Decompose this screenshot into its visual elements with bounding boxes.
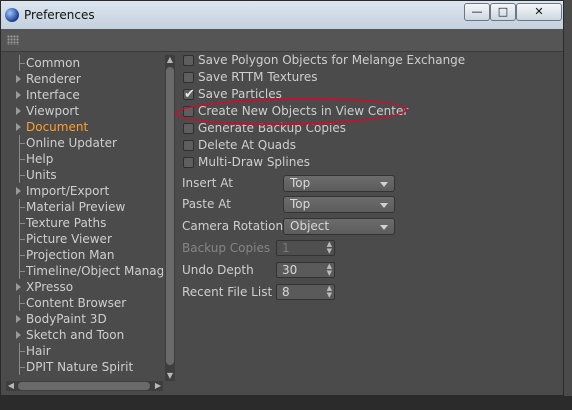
expand-arrow-icon[interactable] <box>16 283 21 291</box>
undo-depth-stepper[interactable]: 30 ▲ ▼ <box>276 262 335 278</box>
backdrop-right <box>564 0 572 410</box>
nav-item-label: Online Updater <box>26 136 117 150</box>
recent-file-list-stepper[interactable]: 8 ▲ ▼ <box>276 284 335 300</box>
window-title: Preferences <box>24 8 95 22</box>
expand-arrow-icon[interactable] <box>16 107 21 115</box>
tree-line-icon <box>16 55 25 71</box>
nav-item-label: Content Browser <box>26 296 127 310</box>
expand-arrow-icon[interactable] <box>16 187 21 195</box>
nav-item-label: Viewport <box>26 104 80 118</box>
nav-item-label: XPresso <box>26 280 74 294</box>
tree-line-icon <box>16 295 25 311</box>
title-bar[interactable]: Preferences — □ ✕ <box>1 1 563 30</box>
maximize-button[interactable]: □ <box>490 3 516 21</box>
nav-item-label: Sketch and Toon <box>26 328 125 342</box>
insert-at-dropdown[interactable]: Top <box>283 175 395 192</box>
nav-item-label: Projection Man <box>26 248 115 262</box>
expand-arrow-icon[interactable] <box>16 91 21 99</box>
scrollbar-thumb[interactable] <box>166 67 174 365</box>
stepper-arrows-icon[interactable]: ▲ ▼ <box>327 285 332 299</box>
backup-copies-label: Backup Copies <box>182 241 271 255</box>
insert-at-label: Insert At <box>182 176 233 190</box>
tree-line-icon <box>16 151 25 167</box>
checkbox[interactable] <box>183 55 194 66</box>
checkbox-checked[interactable]: ✔ <box>183 87 195 102</box>
scroll-left-icon[interactable]: ◀ <box>6 381 16 391</box>
stepper-arrows-icon[interactable]: ▲ ▼ <box>327 263 332 277</box>
scroll-down-icon[interactable]: ▼ <box>165 371 175 381</box>
nav-item-label: Timeline/Object Manager <box>26 264 163 278</box>
checkbox[interactable] <box>183 123 194 134</box>
grip-icon[interactable] <box>7 35 19 45</box>
nav-item-label: Common <box>26 56 81 70</box>
tree-line-icon <box>16 135 25 151</box>
chevron-down-icon <box>380 182 388 187</box>
expand-arrow-icon[interactable] <box>16 75 21 83</box>
backup-copies-stepper[interactable]: 1 ▲ ▼ <box>276 240 335 256</box>
nav-item-label: Units <box>26 168 57 182</box>
nav-horizontal-scrollbar[interactable]: ◀ ▶ <box>6 381 163 391</box>
nav-item-label: Material Preview <box>26 200 126 214</box>
nav-item-label: DPIT Nature Spirit <box>26 360 134 374</box>
expand-arrow-icon[interactable] <box>16 123 21 131</box>
nav-item-label: Interface <box>26 88 80 102</box>
nav-item-label: Document <box>26 120 89 134</box>
toolbar <box>1 29 563 52</box>
undo-depth-label: Undo Depth <box>182 263 254 277</box>
nav-vertical-scrollbar[interactable]: ▲ ▼ <box>165 55 175 381</box>
paste-at-label: Paste At <box>182 197 231 211</box>
tree-line-icon <box>16 343 25 359</box>
nav-item-label: Texture Paths <box>26 216 107 230</box>
check-icon: ✔ <box>184 87 195 102</box>
tree-line-icon <box>16 359 25 375</box>
backdrop-bottom <box>0 396 572 410</box>
expand-arrow-icon[interactable] <box>16 315 21 323</box>
tree-line-icon <box>16 263 25 279</box>
nav-item-label: Renderer <box>26 72 81 86</box>
nav-item-label: BodyPaint 3D <box>26 312 107 326</box>
checkbox[interactable] <box>183 157 194 168</box>
expand-arrow-icon[interactable] <box>16 331 21 339</box>
preferences-window: Preferences — □ ✕ Common Renderer Interfac… <box>0 0 564 396</box>
scroll-right-icon[interactable]: ▶ <box>153 381 163 391</box>
stepper-arrows-icon[interactable]: ▲ ▼ <box>327 241 332 255</box>
tree-line-icon <box>16 199 25 215</box>
tree-line-icon <box>16 231 25 247</box>
recent-file-list-label: Recent File List <box>182 285 273 299</box>
nav-item-label: Picture Viewer <box>26 232 112 246</box>
close-button[interactable]: ✕ <box>516 3 562 21</box>
paste-at-dropdown[interactable]: Top <box>283 196 395 213</box>
minimize-button[interactable]: — <box>464 3 490 21</box>
preferences-nav-tree: Common Renderer Interface Viewport Document O… <box>6 55 163 381</box>
scrollbar-thumb[interactable] <box>18 382 150 390</box>
app-icon <box>5 8 19 22</box>
camera-rotation-dropdown[interactable]: Object <box>283 218 395 235</box>
tree-line-icon <box>16 215 25 231</box>
tree-line-icon <box>16 167 25 183</box>
camera-rotation-label: Camera Rotation <box>182 219 284 233</box>
nav-item-label: Help <box>26 152 54 166</box>
checkbox[interactable] <box>183 140 194 151</box>
checkbox[interactable] <box>183 72 194 83</box>
nav-item-label: Hair <box>26 344 51 358</box>
tree-line-icon <box>16 247 25 263</box>
scroll-up-icon[interactable]: ▲ <box>165 55 175 65</box>
chevron-down-icon <box>380 225 388 230</box>
nav-item-label: Import/Export <box>26 184 110 198</box>
chevron-down-icon <box>380 203 388 208</box>
